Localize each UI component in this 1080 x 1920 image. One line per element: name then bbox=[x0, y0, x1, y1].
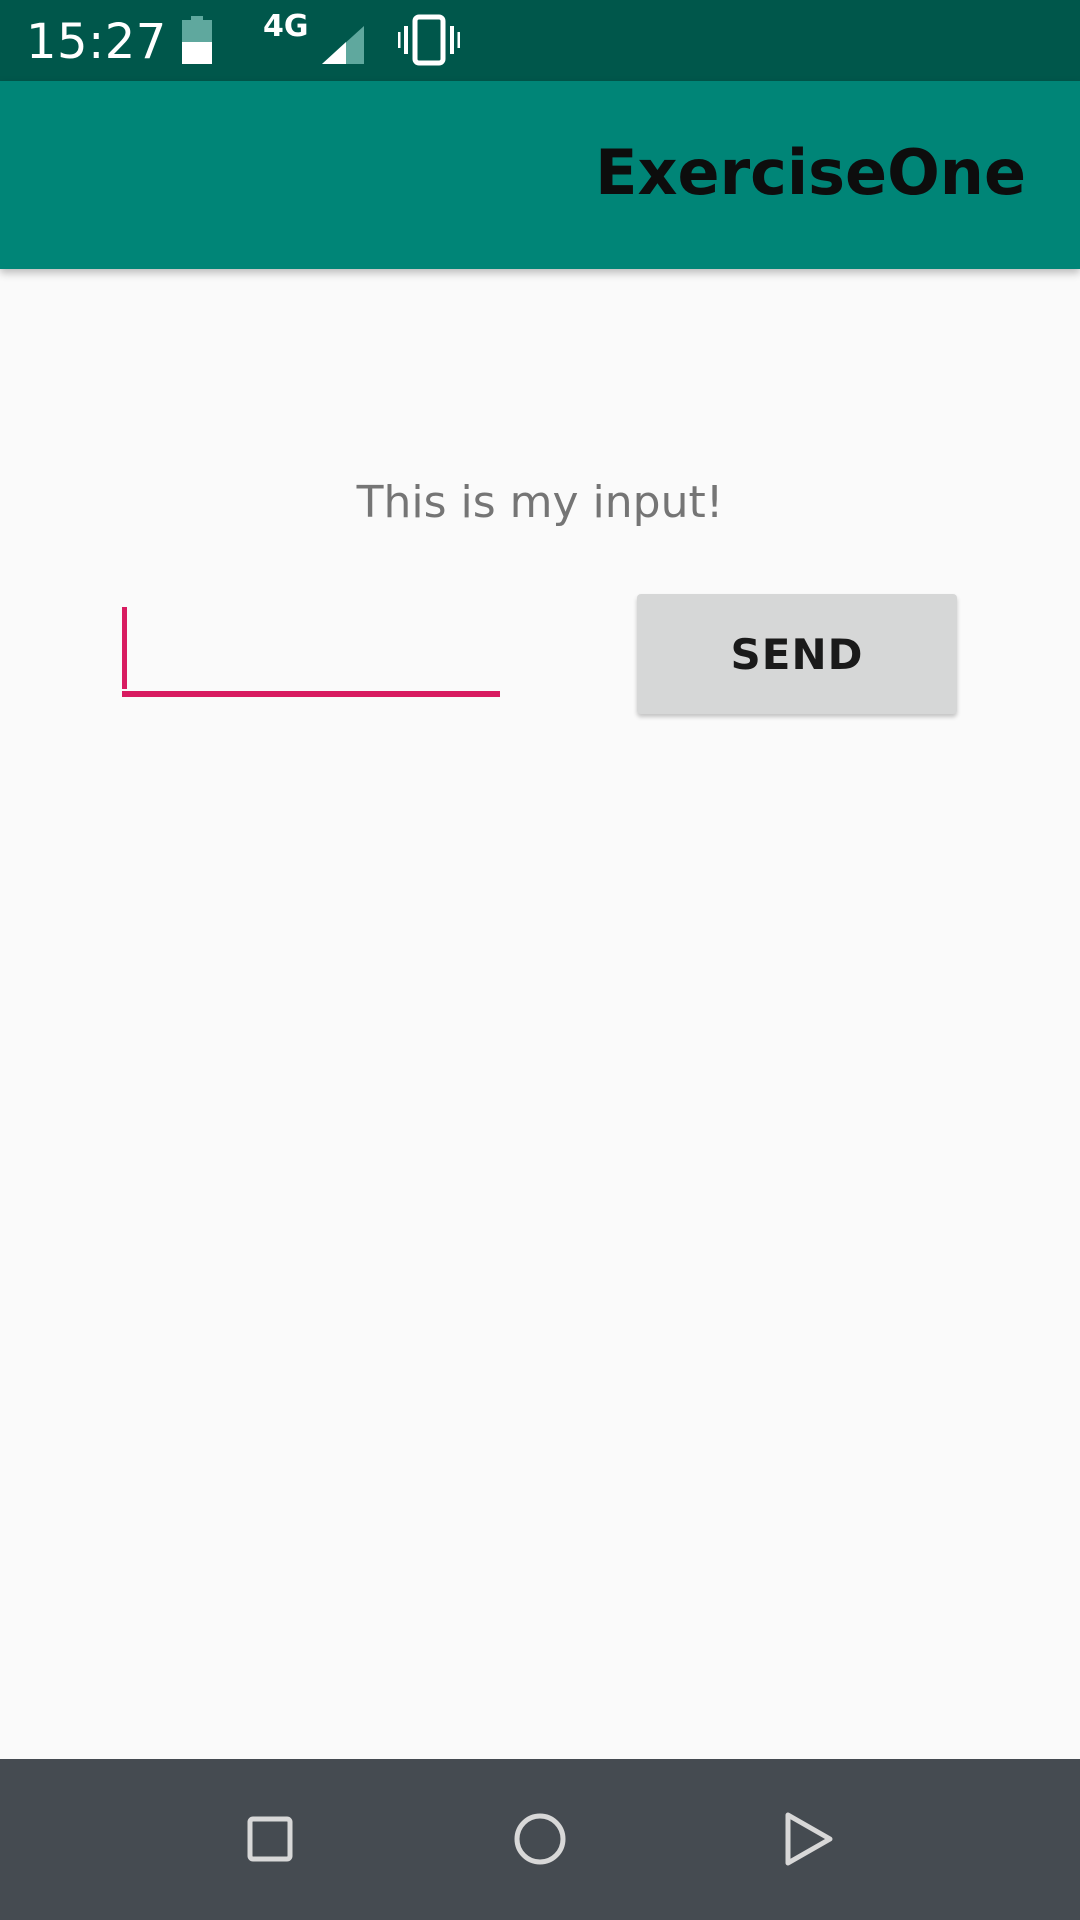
app-title: ExerciseOne bbox=[595, 136, 1026, 209]
input-label: This is my input! bbox=[356, 477, 724, 528]
app-screen: 15:27 4G ExerciseOne This is my input! S… bbox=[0, 0, 1080, 1920]
status-time: 15:27 bbox=[26, 14, 167, 70]
status-bar: 15:27 4G bbox=[0, 0, 1080, 81]
recents-icon bbox=[247, 1816, 293, 1862]
app-bar: ExerciseOne bbox=[0, 81, 1080, 269]
network-type: 4G bbox=[263, 9, 309, 44]
main-content: This is my input! SEND bbox=[0, 269, 1080, 1759]
send-button[interactable]: SEND bbox=[637, 594, 957, 714]
message-input[interactable] bbox=[122, 607, 500, 697]
recents-button[interactable] bbox=[220, 1789, 320, 1889]
signal-icon bbox=[322, 26, 364, 64]
back-button[interactable] bbox=[758, 1789, 858, 1889]
battery-icon bbox=[182, 16, 212, 64]
input-underline bbox=[122, 691, 500, 697]
home-icon bbox=[514, 1813, 566, 1865]
home-button[interactable] bbox=[490, 1789, 590, 1889]
back-icon bbox=[785, 1812, 833, 1866]
vibrate-icon bbox=[397, 14, 461, 66]
navigation-bar bbox=[0, 1759, 1080, 1920]
text-cursor bbox=[122, 607, 127, 689]
